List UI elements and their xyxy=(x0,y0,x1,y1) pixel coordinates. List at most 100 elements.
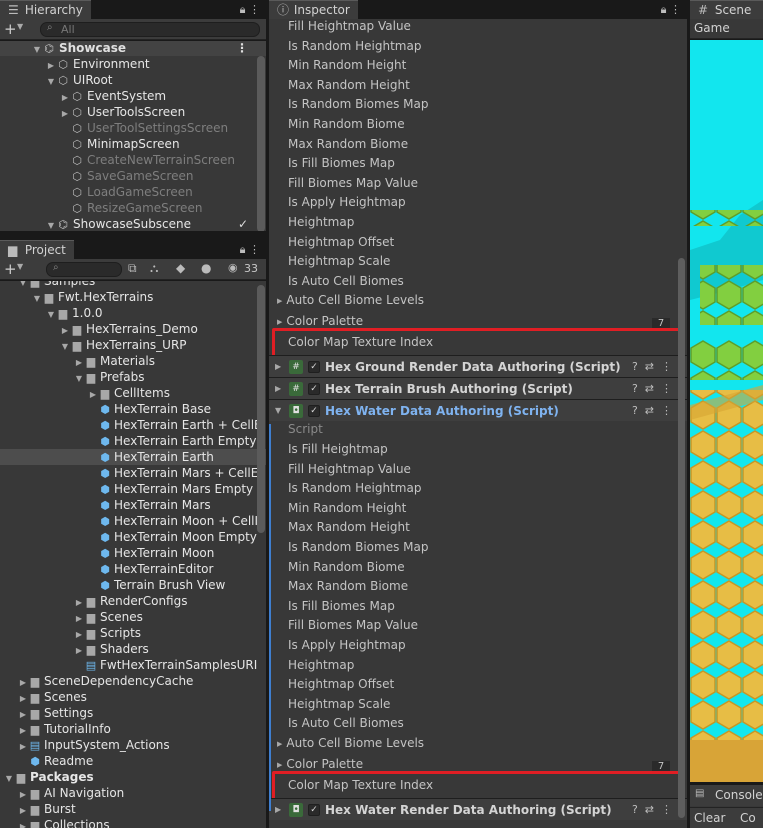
component-enabled-checkbox[interactable]: ✓ xyxy=(308,405,320,418)
component-enabled-checkbox[interactable]: ✓ xyxy=(308,383,320,396)
game-view[interactable] xyxy=(690,40,763,782)
hierarchy-scrollbar[interactable] xyxy=(257,56,265,232)
project-asset-item[interactable]: ⬢ HexTerrain Earth Empty xyxy=(0,433,266,449)
project-asset-item[interactable]: ⬢ HexTerrain Base xyxy=(0,401,266,417)
hierarchy-item[interactable]: ⬡ SaveGameScreen xyxy=(0,168,266,184)
lock-icon[interactable]: 🔒︎ xyxy=(661,3,667,16)
warning-icon[interactable]: ● xyxy=(201,261,211,275)
component-header[interactable]: ▶ ◘ ✓ Hex Water Render Data Authoring (Scri… xyxy=(269,798,687,820)
project-asset-item[interactable]: ⬢ HexTerrain Earth xyxy=(0,449,266,465)
project-folder-item[interactable]: ▶ ▆ Scenes xyxy=(0,689,266,705)
lock-icon[interactable]: 🔒︎ xyxy=(240,243,246,256)
project-asset-item[interactable]: ⬢ HexTerrain Moon Empty xyxy=(0,529,266,545)
project-asset-item[interactable]: ⬢ HexTerrain Earth + CellE xyxy=(0,417,266,433)
panel-separator[interactable] xyxy=(0,231,266,239)
project-folder-item[interactable]: ▶ ▆ Scenes xyxy=(0,609,266,625)
project-asset-item[interactable]: ⬢ Readme xyxy=(0,753,266,769)
project-folder-item[interactable]: ▶ ▆ HexTerrains_Demo xyxy=(0,321,266,337)
kebab-menu-icon[interactable]: ⋮ xyxy=(661,382,679,395)
help-icon[interactable]: ? xyxy=(632,803,645,816)
component-enabled-checkbox[interactable]: ✓ xyxy=(308,361,320,374)
console-tab[interactable]: ▤ Console xyxy=(690,785,763,806)
hierarchy-item[interactable]: ⬡ MinimapScreen xyxy=(0,136,266,152)
kebab-menu-icon[interactable]: ⋮ xyxy=(670,3,681,16)
help-icon[interactable]: ? xyxy=(632,382,645,395)
component-header[interactable]: ▼ ◘ ✓ Hex Water Data Authoring (Script) ?⇄⋮ xyxy=(269,399,687,422)
inspector-property[interactable]: Auto Cell Biome Levels xyxy=(269,291,687,310)
project-folder-item[interactable]: ▼ ▆ HexTerrains_URP xyxy=(0,337,266,353)
project-asset-item[interactable]: ⬢ HexTerrain Moon xyxy=(0,545,266,561)
label-icon[interactable]: ◆ xyxy=(176,261,185,275)
project-tab[interactable]: ▆ Project xyxy=(0,240,74,259)
hierarchy-item[interactable]: ▼ ⬡ UIRoot xyxy=(0,72,266,88)
project-asset-item[interactable]: ⬢ HexTerrain Mars + CellE xyxy=(0,465,266,481)
hierarchy-item[interactable]: ⬡ LoadGameScreen xyxy=(0,184,266,200)
help-icon[interactable]: ? xyxy=(632,404,645,417)
help-icon[interactable]: ? xyxy=(632,360,645,373)
project-folder-item[interactable]: ▼ ▆ Prefabs xyxy=(0,369,266,385)
component-enabled-checkbox[interactable]: ✓ xyxy=(308,804,320,816)
project-asset-item[interactable]: ⬢ HexTerrain Mars Empty xyxy=(0,481,266,497)
chevron-down-icon[interactable]: ▼ xyxy=(17,22,23,31)
inspector-property[interactable]: Auto Cell Biome Levels xyxy=(269,734,687,753)
project-folder-item[interactable]: ▶ ▆ Collections xyxy=(0,817,266,828)
hierarchy-item[interactable]: ⬡ UserToolSettingsScreen xyxy=(0,120,266,136)
project-search-input[interactable]: ⌕ xyxy=(46,262,122,277)
project-folder-item[interactable]: ▶ ▆ TutorialInfo xyxy=(0,721,266,737)
lock-icon[interactable]: 🔒︎ xyxy=(240,3,246,16)
project-folder-item[interactable]: ▶ ▆ RenderConfigs xyxy=(0,593,266,609)
project-folder-item[interactable]: ▶ ▆ SceneDependencyCache xyxy=(0,673,266,689)
kebab-menu-icon[interactable]: ⋮ xyxy=(661,360,679,373)
add-icon[interactable]: + xyxy=(4,260,17,278)
project-folder-item[interactable]: ▶ ▆ Materials xyxy=(0,353,266,369)
project-folder-item[interactable]: ▼ ▆ Packages xyxy=(0,769,266,785)
eye-icon[interactable]: ◉ xyxy=(228,261,238,274)
component-header[interactable]: ▶ # ✓ Hex Ground Render Data Authoring (Scr… xyxy=(269,355,687,378)
project-asset-item[interactable]: ▶ ▤ InputSystem_Actions xyxy=(0,737,266,753)
project-asset-item[interactable]: ⬢ HexTerrainEditor xyxy=(0,561,266,577)
project-folder-item[interactable]: ▶ ▆ Burst xyxy=(0,801,266,817)
component-header[interactable]: ▶ # ✓ Hex Terrain Brush Authoring (Script)?… xyxy=(269,377,687,400)
preset-icon[interactable]: ⇄ xyxy=(645,360,661,373)
add-icon[interactable]: + xyxy=(4,20,17,38)
project-asset-item[interactable]: ⬢ HexTerrain Moon + CellI xyxy=(0,513,266,529)
project-folder-item[interactable]: ▼ ▆ 1.0.0 xyxy=(0,305,266,321)
project-asset-item[interactable]: ⬢ Terrain Brush View xyxy=(0,577,266,593)
preset-icon[interactable]: ⇄ xyxy=(645,382,661,395)
project-scrollbar[interactable] xyxy=(257,285,265,533)
project-folder-item[interactable]: ▶ ▆ Settings xyxy=(0,705,266,721)
console-clear-button[interactable]: Clear xyxy=(694,811,725,825)
hierarchy-item[interactable]: ▶ ⬡ UserToolsScreen xyxy=(0,104,266,120)
project-folder-item[interactable]: ▶ ▆ CellItems xyxy=(0,385,266,401)
scene-tab[interactable]: # Scene xyxy=(690,0,763,19)
hierarchy-item[interactable]: ▼ ⌬ Showcase ⋮ xyxy=(0,41,266,56)
kebab-menu-icon[interactable]: ⋮ xyxy=(661,404,679,417)
hierarchy-item[interactable]: ⬡ ResizeGameScreen xyxy=(0,200,266,216)
project-folder-item[interactable]: ▼ ▆ Fwt.HexTerrains xyxy=(0,289,266,305)
subscene-toggle-checkbox[interactable]: ✓ xyxy=(238,216,248,231)
preset-icon[interactable]: ⇄ xyxy=(645,404,661,417)
collapse-arrow-icon[interactable]: ▶ xyxy=(275,378,281,400)
hierarchy-item[interactable]: ⬡ CreateNewTerrainScreen xyxy=(0,152,266,168)
project-folder-item[interactable]: ▶ ▆ AI Navigation xyxy=(0,785,266,801)
project-folder-item[interactable]: ▼ ▆ Samples xyxy=(0,281,266,289)
kebab-menu-icon[interactable]: ⋮ xyxy=(249,243,260,256)
project-folder-item[interactable]: ▶ ▆ Shaders xyxy=(0,641,266,657)
inspector-scrollbar[interactable] xyxy=(678,258,685,818)
collapse-arrow-icon[interactable]: ▶ xyxy=(275,356,281,378)
expand-arrow-icon[interactable]: ▼ xyxy=(46,218,56,231)
game-tab[interactable]: Game xyxy=(690,19,763,39)
project-asset-item[interactable]: ▤ FwtHexTerrainSamplesURI xyxy=(0,657,266,673)
hierarchy-item[interactable]: ▶ ⬡ EventSystem xyxy=(0,88,266,104)
expand-arrow-icon[interactable]: ▼ xyxy=(275,400,281,422)
collapse-arrow-icon[interactable]: ▶ xyxy=(18,819,28,828)
scene-menu-icon[interactable]: ⋮ xyxy=(236,41,248,56)
hierarchy-item[interactable]: ▼ ⌬ ShowcaseSubscene ✓ xyxy=(0,216,266,231)
preset-icon[interactable]: ⇄ xyxy=(645,803,661,816)
hierarchy-search-input[interactable]: ⌕ All xyxy=(40,22,260,37)
inspector-tab[interactable]: ⓘ Inspector xyxy=(269,0,358,19)
console-collapse-button[interactable]: Co xyxy=(740,811,756,825)
project-asset-item[interactable]: ⬢ HexTerrain Mars xyxy=(0,497,266,513)
project-folder-item[interactable]: ▶ ▆ Scripts xyxy=(0,625,266,641)
search-by-type-icon[interactable]: ⧉ xyxy=(128,261,137,276)
